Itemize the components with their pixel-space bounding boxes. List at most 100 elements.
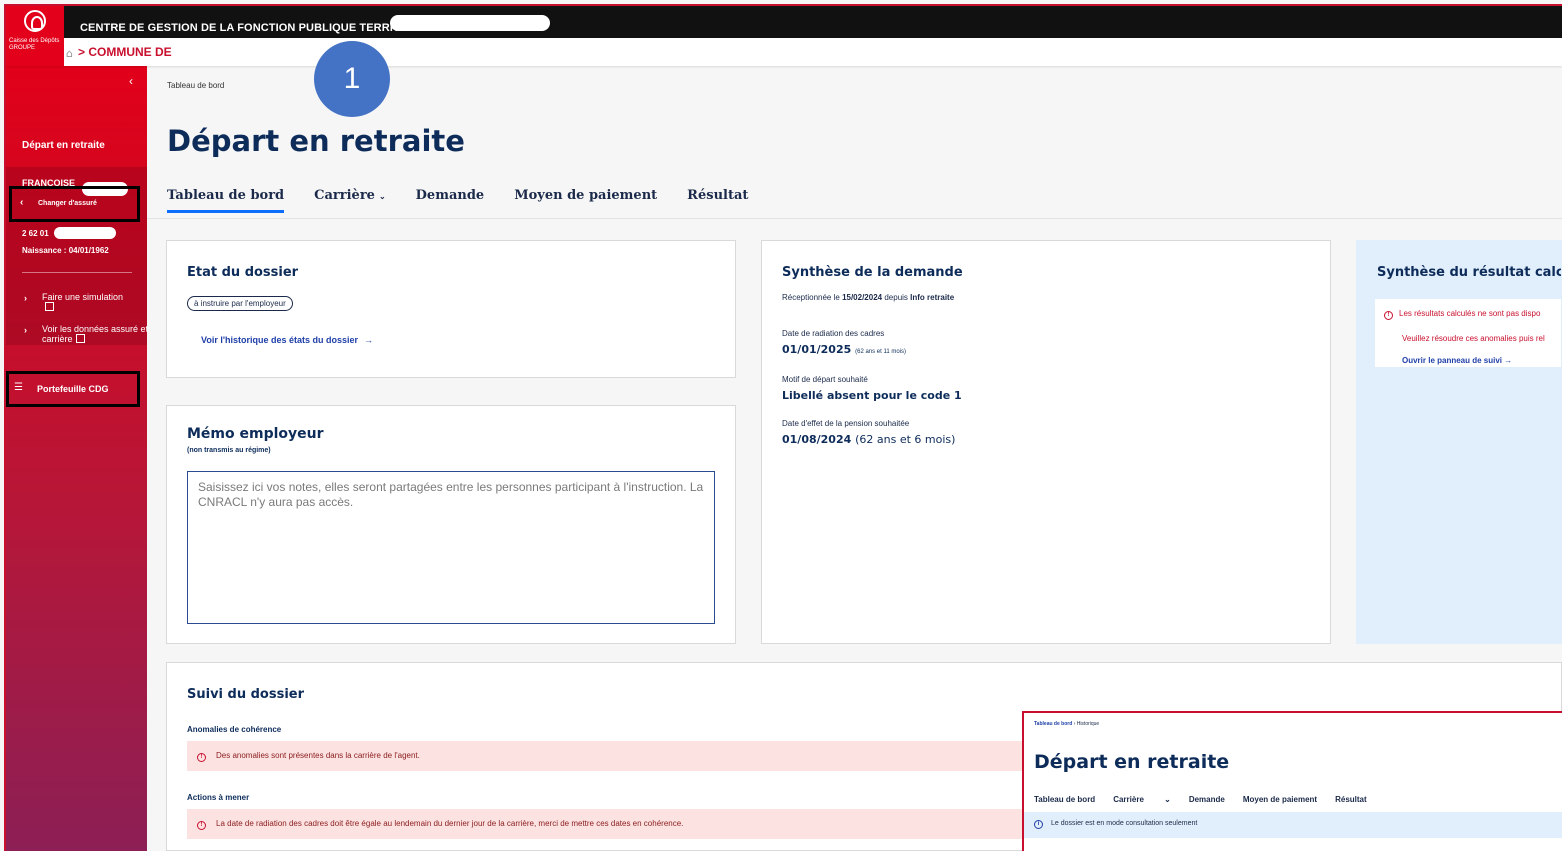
history-inset-screenshot: Tableau de bord › Historique Départ en r… (1022, 711, 1562, 851)
sidebar-divider (22, 272, 132, 273)
memo-textarea[interactable]: Saisissez ici vos notes, elles seront pa… (187, 471, 715, 624)
sidebar: ‹ Départ en retraite FRANCOISE ‹ Changer… (6, 66, 149, 851)
tab-bar: Tableau de bord Carrière ⌄ Demande Moyen … (167, 188, 778, 213)
radiation-age: (62 ans et 11 mois) (855, 349, 907, 355)
effect-date: 01/08/2024 (782, 433, 852, 446)
alert-icon: ! (1384, 311, 1393, 320)
chevron-right-icon: › (24, 325, 27, 335)
inset-tab-payment[interactable]: Moyen de paiement (1243, 795, 1317, 804)
inset-tab-result[interactable]: Résultat (1335, 795, 1367, 804)
tab-career[interactable]: Carrière ⌄ (314, 188, 386, 213)
portfolio-label: Portefeuille CDG (37, 384, 109, 394)
anomalies-label: Anomalies de cohérence (187, 725, 282, 734)
effect-age: (62 ans et 6 mois) (855, 433, 956, 446)
memo-subtitle: (non transmis au régime) (187, 447, 271, 454)
tab-dashboard-label: Tableau de bord (167, 188, 285, 203)
top-bar: CENTRE DE GESTION DE LA FONCTION PUBLIQU… (6, 6, 1562, 38)
inset-breadcrumb-current: Historique (1076, 721, 1100, 727)
motif-label: Motif de départ souhaité (782, 375, 868, 384)
tab-payment[interactable]: Moyen de paiement (514, 188, 657, 213)
change-insured-label: Changer d'assuré (38, 200, 97, 207)
tab-payment-label: Moyen de paiement (514, 188, 658, 203)
file-status-card: Etat du dossier à instruire par l'employ… (166, 240, 736, 378)
external-link-icon (75, 334, 85, 343)
effect-date-value: 01/08/2024 (62 ans et 6 mois) (782, 433, 955, 446)
received-date: 15/02/2024 (842, 293, 883, 302)
logo-text: Caisse des Dépôts GROUPE (9, 38, 60, 51)
sidebar-title[interactable]: Départ en retraite (22, 140, 105, 151)
radiation-date: 01/01/2025 (782, 343, 852, 356)
received-source: Info retraite (910, 293, 955, 302)
redacted-field (390, 15, 550, 31)
inset-tab-request[interactable]: Demande (1189, 795, 1225, 804)
breadcrumb[interactable]: Tableau de bord (167, 81, 224, 90)
arrow-right-icon: → (1504, 356, 1513, 365)
tab-request[interactable]: Demande (416, 188, 485, 213)
radiation-label: Date de radiation des cadres (782, 329, 885, 338)
logo[interactable]: Caisse des Dépôts GROUPE (6, 6, 64, 66)
tracking-title: Suivi du dossier (187, 687, 305, 702)
open-tracking-panel-label: Ouvrir le panneau de suivi (1402, 356, 1503, 365)
inset-info-text: Le dossier est en mode consultation seul… (1051, 820, 1198, 827)
open-tracking-panel-link[interactable]: Ouvrir le panneau de suivi → (1402, 356, 1512, 365)
context-bar: ⌂ > COMMUNE DE (6, 38, 1562, 66)
effect-date-label: Date d'effet de la pension souhaitée (782, 419, 910, 428)
home-icon[interactable]: ⌂ (66, 47, 73, 60)
radiation-value: 01/01/2025 (62 ans et 11 mois) (782, 343, 906, 356)
request-summary-title: Synthèse de la demande (782, 265, 963, 280)
tab-result-label: Résultat (687, 188, 749, 203)
inset-tab-career-label: Carrière (1113, 795, 1144, 804)
step-badge: 1 (314, 41, 390, 117)
inset-breadcrumb: Tableau de bord › Historique (1034, 721, 1100, 727)
redacted-nir (54, 227, 116, 239)
received-prefix: Réceptionnée le (782, 293, 840, 302)
result-summary-title: Synthèse du résultat calculé (1377, 265, 1561, 280)
result-alert: ! Les résultats calculés ne sont pas disp… (1375, 299, 1561, 367)
alert-icon: ! (197, 753, 206, 762)
external-link-icon (45, 302, 54, 311)
employer-memo-card: Mémo employeur (non transmis au régime) … (166, 405, 736, 644)
insured-birthdate: Naissance : 04/01/1962 (22, 246, 109, 255)
result-summary-card: Synthèse du résultat calculé ! Les résult… (1356, 240, 1562, 644)
result-error-text: Les résultats calculés ne sont pas dispo (1399, 309, 1541, 318)
arrow-right-icon: → (364, 335, 374, 345)
anomaly-text: Des anomalies sont présentes dans la car… (216, 751, 420, 760)
tab-career-label: Carrière (314, 188, 375, 203)
inset-tab-bar: Tableau de bord Carrière ⌄ Demande Moyen… (1034, 795, 1385, 804)
chevron-left-icon: ‹ (20, 197, 24, 208)
result-error-hint: Veuillez résoudre ces anomalies puis rel (1402, 334, 1545, 343)
tabs-divider (147, 218, 1562, 219)
status-badge: à instruire par l'employeur (187, 296, 293, 311)
inset-tab-career[interactable]: Carrière ⌄ (1113, 795, 1171, 804)
simulation-label: Faire une simulation (42, 292, 124, 302)
insured-data-label: Voir les données assuré et carrière (42, 324, 149, 344)
result-error: ! Les résultats calculés ne sont pas disp… (1384, 309, 1540, 320)
history-link[interactable]: Voir l'historique des états du dossier → (201, 335, 373, 345)
inset-breadcrumb-link[interactable]: Tableau de bord (1034, 721, 1072, 727)
insured-nir: 2 62 01 (22, 229, 49, 238)
chevron-down-icon: ⌄ (378, 191, 386, 201)
alert-icon: ! (197, 821, 206, 830)
received-mid: depuis (884, 293, 908, 302)
change-insured-button[interactable]: ‹ Changer d'assuré (9, 186, 140, 222)
org-title: CENTRE DE GESTION DE LA FONCTION PUBLIQU… (80, 22, 442, 34)
history-link-label: Voir l'historique des états du dossier (201, 335, 359, 345)
file-status-title: Etat du dossier (187, 265, 299, 280)
received-info: Réceptionnée le 15/02/2024 depuis Info r… (782, 293, 954, 302)
tab-dashboard[interactable]: Tableau de bord (167, 188, 285, 213)
inset-title: Départ en retraite (1034, 751, 1230, 773)
actions-label: Actions à mener (187, 793, 250, 802)
memo-title: Mémo employeur (187, 426, 324, 442)
menu-icon: ☰ (14, 382, 23, 393)
commune-breadcrumb[interactable]: > COMMUNE DE (78, 45, 172, 59)
portfolio-button[interactable]: ☰ Portefeuille CDG (6, 371, 140, 407)
motif-value: Libellé absent pour le code 1 (782, 389, 962, 402)
tab-result[interactable]: Résultat (687, 188, 748, 213)
chevron-right-icon: › (24, 293, 27, 303)
page-title: Départ en retraite (167, 124, 465, 158)
collapse-sidebar-icon[interactable]: ‹ (129, 74, 133, 88)
inset-tab-dashboard[interactable]: Tableau de bord (1034, 795, 1095, 804)
tab-request-label: Demande (415, 188, 485, 203)
action-text: La date de radiation des cadres doit êtr… (216, 819, 684, 828)
request-summary-card: Synthèse de la demande Réceptionnée le 1… (761, 240, 1331, 644)
